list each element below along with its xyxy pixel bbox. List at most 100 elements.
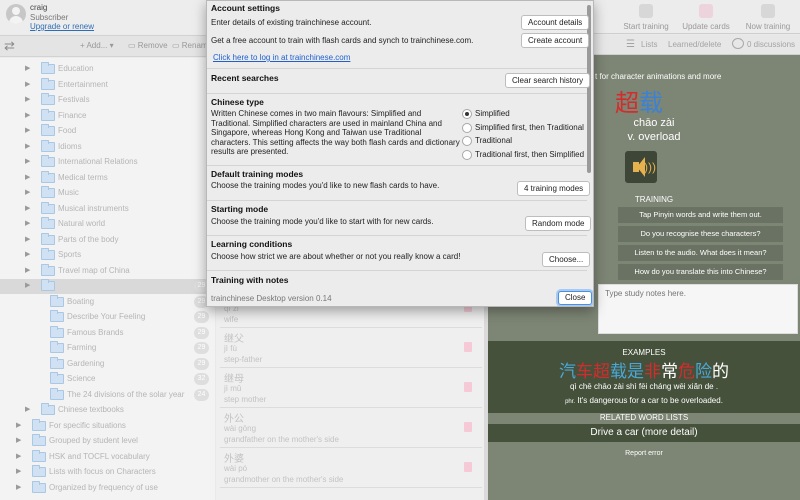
expand-arrow-icon[interactable]: ▶ [25, 64, 30, 72]
expand-arrow-icon[interactable]: ▶ [25, 281, 30, 289]
create-account-button[interactable]: Create account [521, 33, 590, 48]
example-character[interactable]: 非 [644, 362, 661, 382]
card-status-icon[interactable] [464, 342, 472, 352]
tree-item[interactable]: ▶ Chinese textbooks [0, 403, 215, 418]
play-audio-button[interactable]: ))) [625, 151, 657, 183]
expand-arrow-icon[interactable]: ▶ [25, 142, 30, 150]
tree-item[interactable]: ▶ International Relations [0, 155, 215, 170]
expand-arrow-icon[interactable]: ▶ [25, 204, 30, 212]
training-mode-item[interactable]: Tap Pinyin words and write them out. [618, 207, 783, 223]
tree-item[interactable]: ▶ Festivals [0, 93, 215, 108]
expand-arrow-icon[interactable]: ▶ [25, 173, 30, 181]
tree-item[interactable]: ▶ Food [0, 124, 215, 139]
word-card[interactable]: 外公 wài gōng grandfather on the mother's si… [220, 408, 482, 448]
word-card[interactable]: 继母 jì mǔ step mother [220, 368, 482, 408]
example-character[interactable]: 是 [627, 362, 644, 382]
tree-item[interactable]: ▶ Idioms [0, 139, 215, 155]
study-notes-input[interactable] [599, 285, 797, 333]
radio-button[interactable] [462, 136, 472, 146]
tree-item[interactable]: Famous Brands 29 [0, 325, 215, 341]
expand-arrow-icon[interactable]: ▶ [25, 250, 30, 258]
tree-item[interactable]: ▶ Education [0, 62, 215, 77]
expand-arrow-icon[interactable]: ▶ [25, 405, 30, 413]
example-character[interactable]: 车 [576, 362, 593, 382]
tree-item[interactable]: ▶ Natural world [0, 217, 215, 232]
example-character[interactable]: 常 [661, 362, 678, 382]
expand-arrow-icon[interactable]: ▶ [25, 111, 30, 119]
lists-button[interactable]: Lists [641, 40, 657, 49]
discussion-icon[interactable] [732, 38, 744, 49]
tree-item[interactable]: ▶ Travel map of China [0, 263, 215, 279]
clear-search-history-button[interactable]: Clear search history [505, 73, 591, 88]
tree-item[interactable]: ▶ Medical terms [0, 170, 215, 186]
expand-arrow-icon[interactable]: ▶ [25, 219, 30, 227]
card-status-icon[interactable] [464, 462, 472, 472]
swap-icon[interactable]: ⇄ [4, 38, 15, 54]
tree-item[interactable]: Gardening 29 [0, 356, 215, 372]
tree-item[interactable]: ▶ Sports [0, 248, 215, 263]
word-card[interactable]: 外婆 wài pó grandmother on the mother's side [220, 448, 482, 488]
tree-item[interactable]: ▶ Musical instruments [0, 201, 215, 217]
tree-item[interactable]: ▶ Music [0, 186, 215, 201]
start-training-button[interactable]: Start training [614, 0, 678, 34]
training-mode-item[interactable]: Do you recognise these characters? [618, 226, 783, 242]
card-status-icon[interactable] [464, 382, 472, 392]
rename-list-button[interactable]: ▭ Renam [172, 41, 208, 50]
expand-arrow-icon[interactable]: ▶ [25, 235, 30, 243]
lists-icon[interactable]: ☰ [626, 39, 635, 50]
add-list-button[interactable]: + Add... ▾ [80, 41, 114, 50]
learned-delete-button[interactable]: Learned/delete [668, 40, 721, 49]
tree-item[interactable]: Boating 29 [0, 294, 215, 310]
expand-arrow-icon[interactable]: ▶ [16, 452, 21, 460]
word-card[interactable]: 继父 jì fù step-father [220, 328, 482, 368]
expand-arrow-icon[interactable]: ▶ [16, 483, 21, 491]
close-button[interactable]: Close [558, 291, 593, 305]
expand-arrow-icon[interactable]: ▶ [25, 95, 30, 103]
random-mode-button[interactable]: Random mode [525, 216, 592, 231]
tree-item[interactable]: Describe Your Feeling 29 [0, 310, 215, 325]
training-mode-item[interactable]: Listen to the audio. What does it mean? [618, 245, 783, 261]
training-modes-button[interactable]: 4 training modes [517, 181, 591, 196]
expand-arrow-icon[interactable]: ▶ [16, 436, 21, 444]
tree-item[interactable]: Farming 29 [0, 341, 215, 356]
remove-list-button[interactable]: ▭ Remove [128, 41, 168, 50]
avatar-icon[interactable] [6, 4, 26, 24]
example-character[interactable]: 载 [610, 362, 627, 382]
expand-arrow-icon[interactable]: ▶ [25, 266, 30, 274]
update-cards-button[interactable]: Update cards [674, 0, 738, 34]
word-character[interactable]: 载 [639, 89, 663, 117]
card-status-icon[interactable] [464, 422, 472, 432]
expand-arrow-icon[interactable]: ▶ [25, 188, 30, 196]
related-list-item[interactable]: Drive a car (more detail) [488, 427, 800, 438]
now-training-button[interactable]: Now training [736, 0, 800, 34]
word-character[interactable]: 超 [615, 89, 639, 117]
upgrade-link[interactable]: Upgrade or renew [30, 22, 94, 31]
tree-item[interactable]: The 24 divisions of the solar year 24 [0, 387, 215, 403]
training-mode-item[interactable]: How do you translate this into Chinese? [618, 264, 783, 280]
tree-item[interactable]: ▶ Grouped by student level [0, 434, 215, 449]
choose-button[interactable]: Choose... [542, 252, 591, 267]
example-sentence[interactable]: 汽车超载是非常危险的 [488, 357, 800, 382]
example-character[interactable]: 汽 [559, 362, 576, 382]
login-link[interactable]: Click here to log in at trainchinese.com [213, 53, 350, 62]
tree-item[interactable]: ▶ Lists with focus on Characters [0, 465, 215, 480]
expand-arrow-icon[interactable]: ▶ [16, 467, 21, 475]
radio-button[interactable] [462, 109, 472, 119]
account-details-button[interactable]: Account details [521, 15, 590, 30]
example-character[interactable]: 超 [593, 362, 610, 382]
tree-item[interactable]: ▶ 29 [0, 279, 215, 294]
expand-arrow-icon[interactable]: ▶ [25, 80, 30, 88]
discussions-button[interactable]: 0 discussions [747, 40, 795, 49]
word-characters[interactable]: 超载 [615, 83, 663, 118]
radio-button[interactable] [462, 149, 472, 160]
expand-arrow-icon[interactable]: ▶ [16, 421, 21, 429]
expand-arrow-icon[interactable]: ▶ [25, 126, 30, 134]
tree-item[interactable]: Science 32 [0, 372, 215, 387]
expand-arrow-icon[interactable]: ▶ [25, 157, 30, 165]
report-error-link[interactable]: Report error [488, 450, 800, 457]
tree-item[interactable]: ▶ Parts of the body [0, 232, 215, 248]
example-character[interactable]: 的 [712, 362, 729, 382]
tree-item[interactable]: ▶ Entertainment [0, 77, 215, 93]
radio-button[interactable] [462, 122, 472, 133]
example-character[interactable]: 危 [678, 362, 695, 382]
